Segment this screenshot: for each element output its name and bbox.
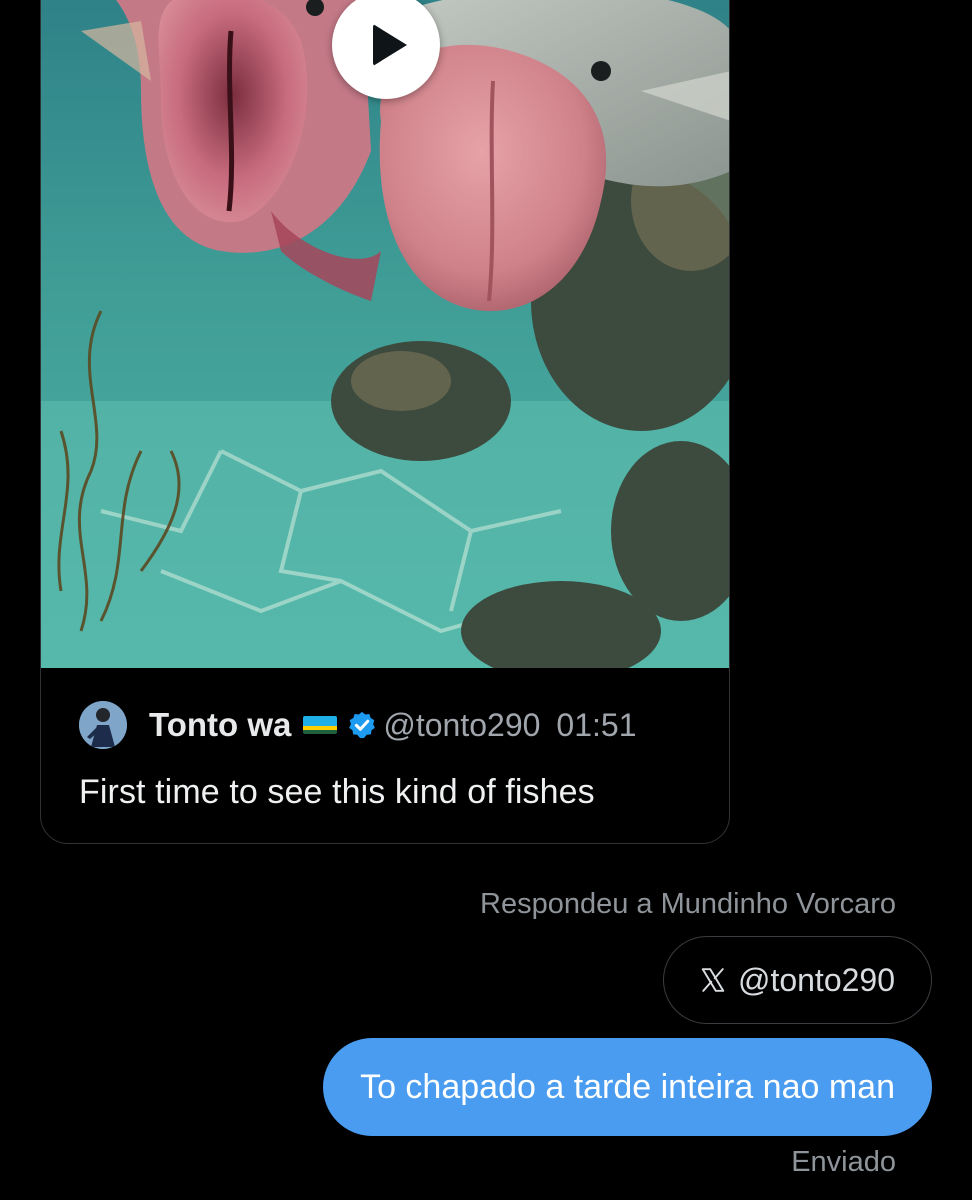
- tweet-info: Tonto wa @tonto290 01:51 First time to s…: [79, 699, 709, 812]
- tweet-text: First time to see this kind of fishes: [79, 773, 595, 811]
- tweet-video-thumbnail[interactable]: [41, 0, 729, 668]
- tweet-author-handle[interactable]: @tonto290: [383, 707, 540, 744]
- message-text: To chapado a tarde inteira nao man: [360, 1067, 895, 1106]
- underwater-fish-image: [41, 0, 729, 668]
- avatar[interactable]: [79, 701, 127, 749]
- reply-context-label: Respondeu a Mundinho Vorcaro: [480, 888, 896, 920]
- x-logo-icon: [700, 967, 726, 993]
- mention-handle: @tonto290: [737, 961, 895, 998]
- tweet-timestamp: 01:51: [556, 706, 637, 743]
- verified-badge-icon: [347, 710, 377, 740]
- sent-message-bubble[interactable]: To chapado a tarde inteira nao man: [323, 1038, 932, 1136]
- avatar-image: [79, 701, 127, 749]
- tweet-author-name[interactable]: Tonto wa: [149, 706, 291, 744]
- quoted-tweet-card[interactable]: Tonto wa @tonto290 01:51 First time to s…: [40, 0, 730, 844]
- message-status: Enviado: [791, 1146, 896, 1178]
- flag-icon: [303, 716, 338, 734]
- play-icon: [373, 24, 407, 66]
- mention-chip[interactable]: @tonto290: [662, 936, 932, 1024]
- tweet-author-row[interactable]: Tonto wa @tonto290 01:51: [79, 699, 709, 751]
